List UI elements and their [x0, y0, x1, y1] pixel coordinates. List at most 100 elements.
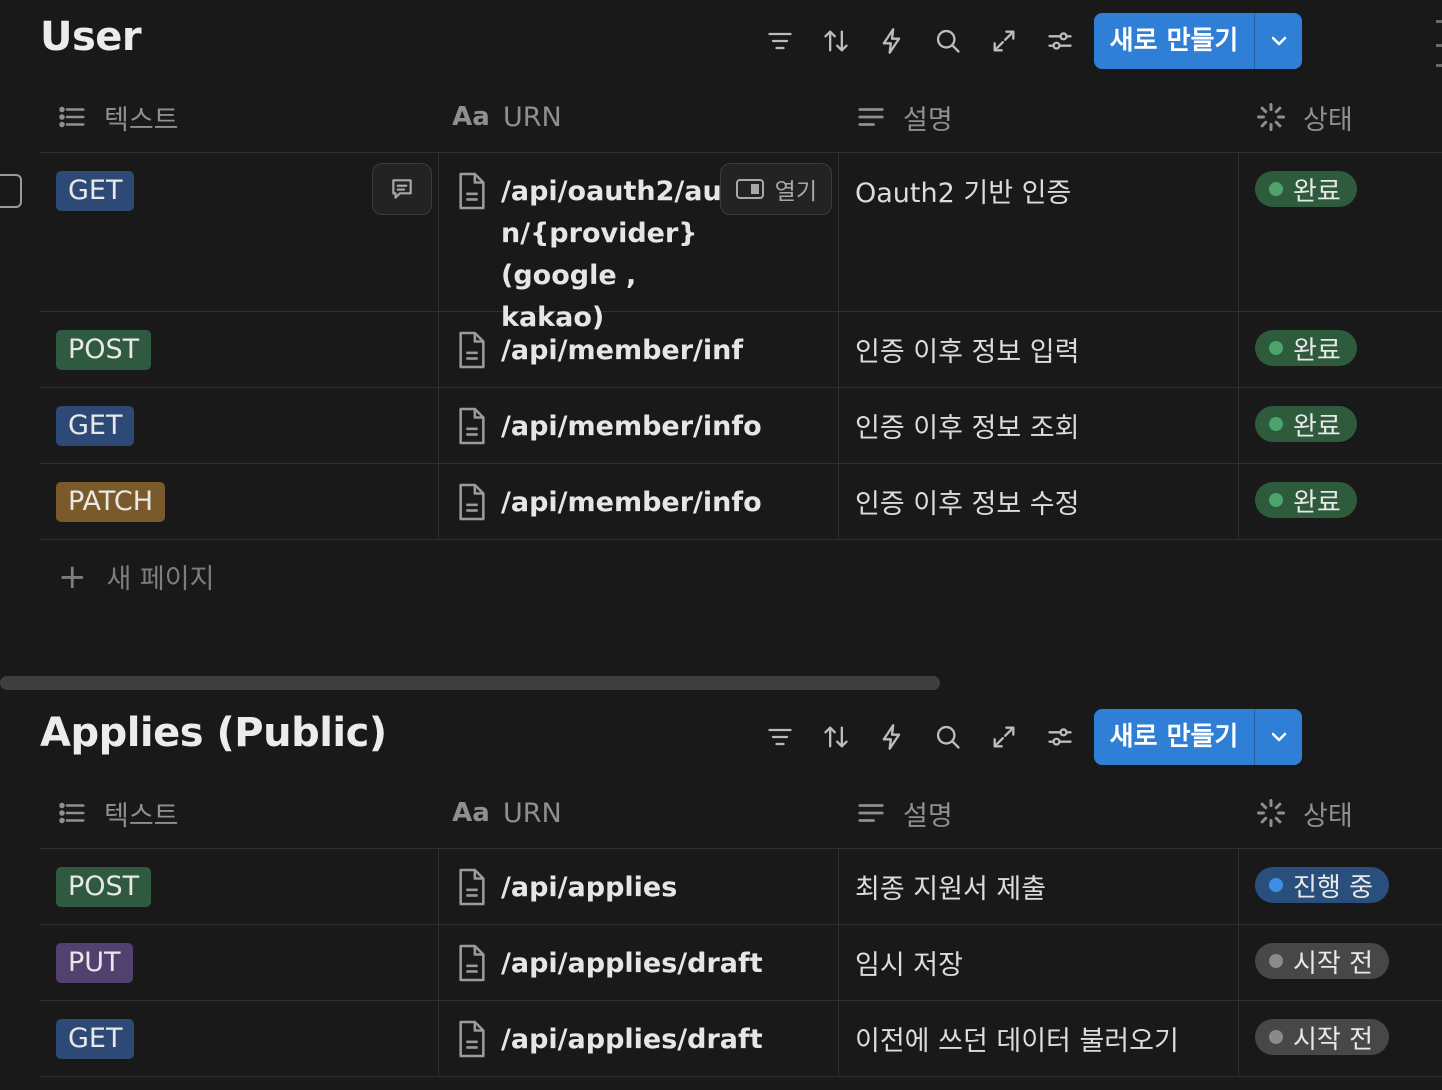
- applies-table: POST /api/applies 최종 지원서 제출 진행 중 PUT /ap…: [40, 848, 1442, 1077]
- urn-cell[interactable]: /api/member/info: [439, 388, 839, 463]
- new-button-dropdown[interactable]: [1255, 725, 1302, 749]
- automation-button[interactable]: [864, 13, 920, 69]
- new-page-button[interactable]: + 새 페이지: [58, 557, 214, 596]
- status-dot: [1269, 417, 1283, 431]
- urn-cell[interactable]: /api/applies/draft: [439, 1001, 839, 1076]
- settings-icon: [1048, 728, 1072, 746]
- new-button-applies[interactable]: 새로 만들기: [1094, 709, 1302, 765]
- description-text: 최종 지원서 제출: [855, 874, 1047, 905]
- expand-icon: [993, 30, 1015, 52]
- automation-button[interactable]: [864, 709, 920, 765]
- urn-text[interactable]: /api/member/info: [501, 406, 762, 448]
- expand-button[interactable]: [976, 709, 1032, 765]
- status-cell[interactable]: 완료: [1239, 388, 1442, 463]
- column-header-desc[interactable]: 설명: [839, 777, 1239, 849]
- status-loader-icon: [1255, 101, 1287, 133]
- table-row[interactable]: POST /api/applies 최종 지원서 제출 진행 중: [40, 849, 1442, 925]
- urn-text[interactable]: /api/member/inf: [501, 330, 743, 372]
- method-cell[interactable]: GET: [40, 153, 439, 311]
- row-select-checkbox[interactable]: [0, 174, 22, 208]
- page-icon: [459, 172, 485, 210]
- method-cell[interactable]: GET: [40, 1001, 439, 1076]
- view-settings-button[interactable]: [1032, 13, 1088, 69]
- column-header-label: 텍스트: [104, 104, 179, 136]
- page-icon: [459, 868, 485, 906]
- filter-icon: [768, 728, 792, 746]
- method-tag: GET: [56, 1019, 135, 1059]
- status-cell[interactable]: 진행 중: [1239, 849, 1442, 924]
- urn-cell[interactable]: /api/applies: [439, 849, 839, 924]
- method-cell[interactable]: PATCH: [40, 464, 439, 539]
- filter-icon: [768, 32, 792, 50]
- column-header-urn[interactable]: Aa URN: [439, 777, 839, 849]
- view-settings-button[interactable]: [1032, 709, 1088, 765]
- desc-cell[interactable]: 이전에 쓰던 데이터 불러오기: [839, 1001, 1239, 1076]
- desc-cell[interactable]: 임시 저장: [839, 925, 1239, 1000]
- column-header-status[interactable]: 상태: [1239, 81, 1442, 153]
- table-row[interactable]: GET /api/oauth2/auth n/{provider} (googl…: [40, 153, 1442, 333]
- urn-text[interactable]: /api/member/info: [501, 482, 762, 524]
- status-label: 완료: [1293, 411, 1341, 442]
- desc-cell[interactable]: 인증 이후 정보 수정: [839, 464, 1239, 539]
- urn-text[interactable]: /api/applies: [501, 867, 677, 909]
- database-title-applies: Applies (Public): [40, 710, 387, 756]
- method-cell[interactable]: POST: [40, 312, 439, 387]
- text-lines-icon: [855, 101, 887, 133]
- urn-cell[interactable]: /api/member/info: [439, 464, 839, 539]
- sort-icon: [824, 30, 848, 52]
- table-row[interactable]: GET /api/applies/draft 이전에 쓰던 데이터 불러오기 시…: [40, 1001, 1442, 1077]
- table-row[interactable]: POST /api/member/inf 인증 이후 정보 입력 완료: [40, 312, 1442, 388]
- status-cell[interactable]: 완료: [1239, 153, 1442, 311]
- status-cell[interactable]: 시작 전: [1239, 1001, 1442, 1076]
- filter-button[interactable]: [752, 13, 808, 69]
- desc-cell[interactable]: 인증 이후 정보 입력: [839, 312, 1239, 387]
- method-tag: POST: [56, 330, 152, 370]
- new-button-user[interactable]: 새로 만들기: [1094, 13, 1302, 69]
- chevron-down-icon: [1271, 732, 1286, 742]
- column-header-row: 텍스트 Aa URN 설명 상태: [40, 777, 1442, 849]
- table-row[interactable]: GET /api/member/info 인증 이후 정보 조회 완료: [40, 388, 1442, 464]
- urn-cell[interactable]: /api/member/inf: [439, 312, 839, 387]
- method-cell[interactable]: GET: [40, 388, 439, 463]
- new-button-label[interactable]: 새로 만들기: [1094, 13, 1255, 69]
- desc-cell[interactable]: 최종 지원서 제출: [839, 849, 1239, 924]
- urn-cell[interactable]: /api/applies/draft: [439, 925, 839, 1000]
- method-tag: POST: [56, 867, 152, 907]
- table-row[interactable]: PATCH /api/member/info 인증 이후 정보 수정 완료: [40, 464, 1442, 540]
- status-label: 완료: [1293, 176, 1341, 207]
- status-cell[interactable]: 완료: [1239, 464, 1442, 539]
- urn-text[interactable]: /api/applies/draft: [501, 1019, 763, 1061]
- sort-button[interactable]: [808, 709, 864, 765]
- description-text: Oauth2 기반 인증: [855, 178, 1072, 209]
- desc-cell[interactable]: 인증 이후 정보 조회: [839, 388, 1239, 463]
- plus-icon: +: [58, 556, 87, 597]
- column-header-status[interactable]: 상태: [1239, 777, 1442, 849]
- expand-button[interactable]: [976, 13, 1032, 69]
- urn-text[interactable]: /api/applies/draft: [501, 943, 763, 985]
- method-cell[interactable]: POST: [40, 849, 439, 924]
- open-page-button[interactable]: 열기: [719, 163, 832, 215]
- column-header-text[interactable]: 텍스트: [40, 81, 439, 153]
- column-header-desc[interactable]: 설명: [839, 81, 1239, 153]
- table-row[interactable]: PUT /api/applies/draft 임시 저장 시작 전: [40, 925, 1442, 1001]
- search-button[interactable]: [920, 13, 976, 69]
- new-button-dropdown[interactable]: [1255, 29, 1302, 53]
- comment-button[interactable]: [372, 163, 432, 215]
- horizontal-scrollbar[interactable]: [0, 676, 940, 690]
- status-badge: 완료: [1255, 406, 1357, 442]
- column-header-text[interactable]: 텍스트: [40, 777, 439, 849]
- column-header-urn[interactable]: Aa URN: [439, 81, 839, 153]
- status-cell[interactable]: 완료: [1239, 312, 1442, 387]
- desc-cell[interactable]: Oauth2 기반 인증: [839, 153, 1239, 311]
- sort-button[interactable]: [808, 13, 864, 69]
- urn-cell[interactable]: /api/oauth2/auth n/{provider} (google , …: [439, 153, 839, 333]
- list-icon: [56, 797, 88, 829]
- search-button[interactable]: [920, 709, 976, 765]
- page-icon: [459, 944, 485, 982]
- status-label: 시작 전: [1293, 948, 1374, 979]
- method-cell[interactable]: PUT: [40, 925, 439, 1000]
- filter-button[interactable]: [752, 709, 808, 765]
- new-button-label[interactable]: 새로 만들기: [1094, 709, 1255, 765]
- status-cell[interactable]: 시작 전: [1239, 925, 1442, 1000]
- status-label: 완료: [1293, 487, 1341, 518]
